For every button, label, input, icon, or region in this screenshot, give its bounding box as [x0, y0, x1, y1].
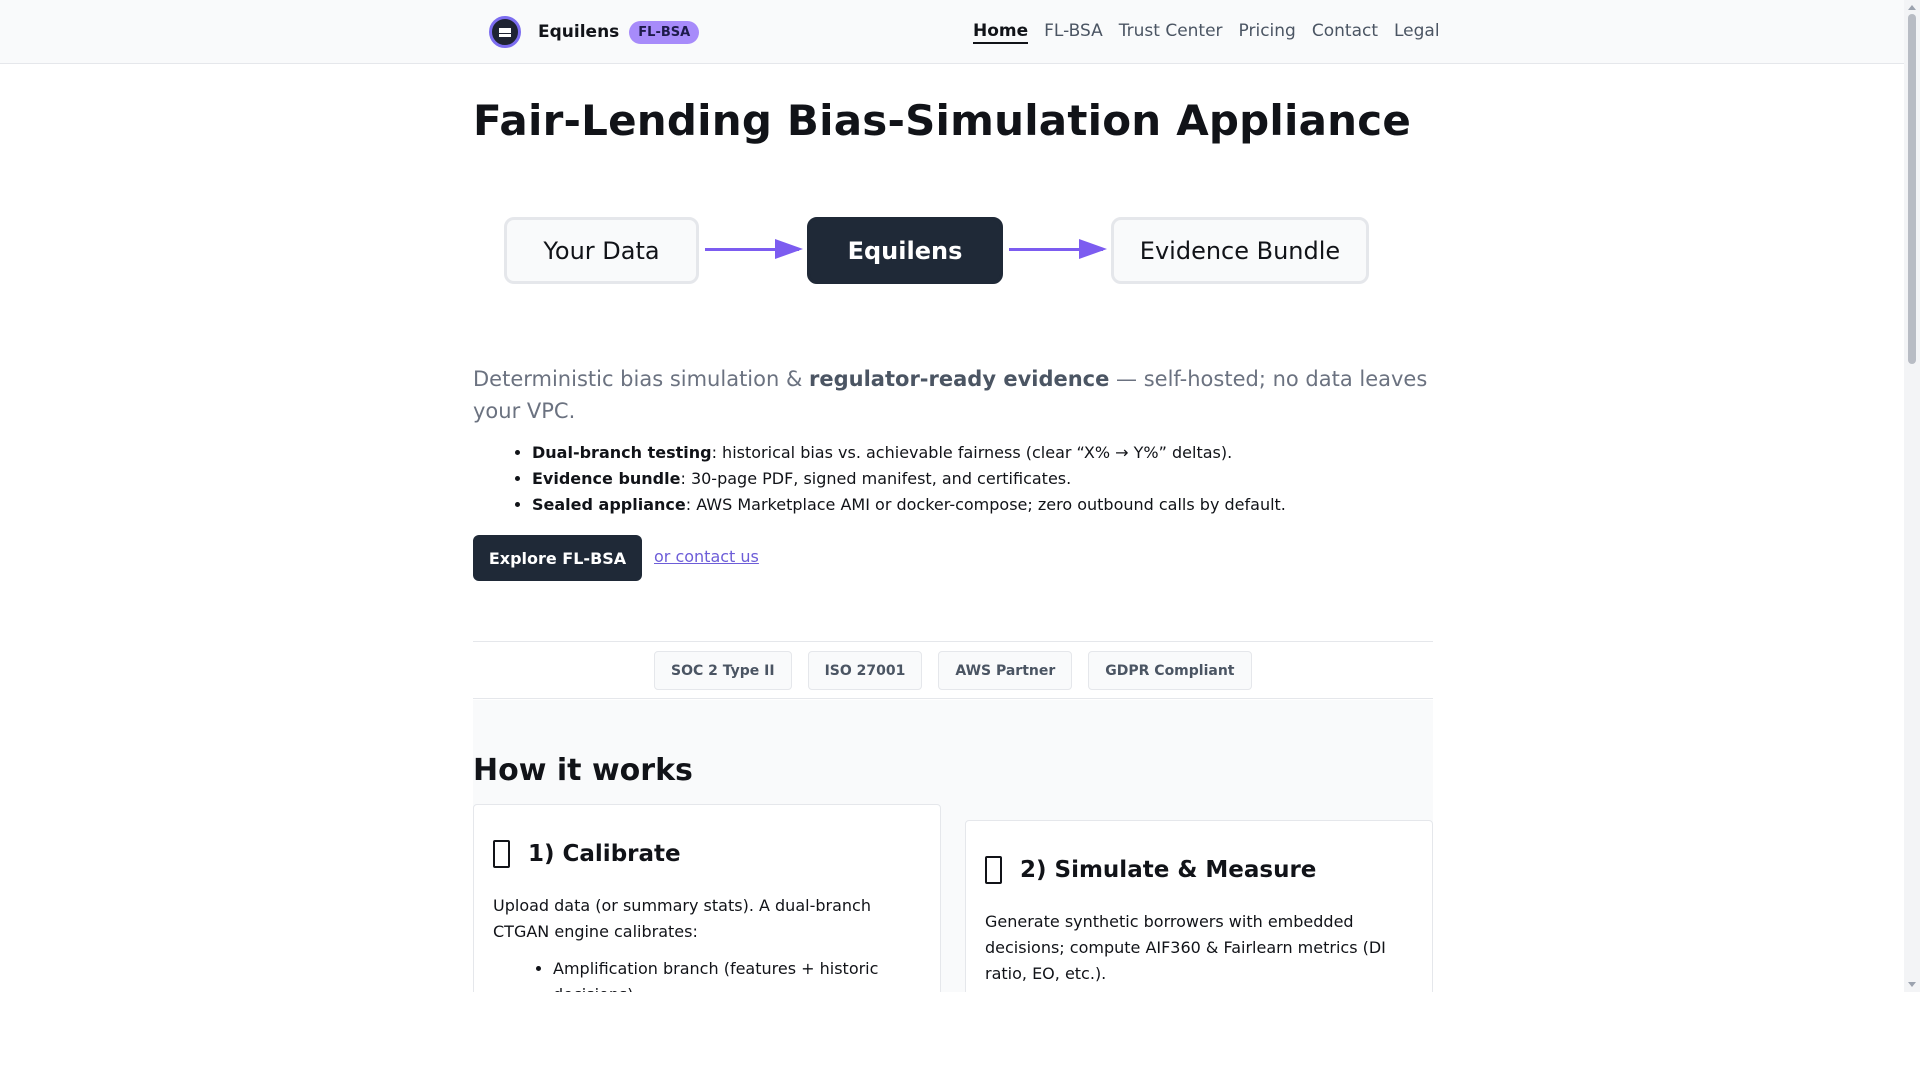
feature-desc: : historical bias vs. achievable fairnes…	[711, 443, 1233, 462]
vertical-scrollbar[interactable]	[1904, 0, 1920, 992]
feature-name: Evidence bundle	[532, 469, 681, 488]
missing-glyph-icon	[493, 840, 510, 868]
flow-step-equilens: Equilens	[807, 217, 1003, 284]
section-title: How it works	[473, 753, 693, 788]
nav-link-trust-center[interactable]: Trust Center	[1119, 20, 1223, 44]
explore-fl-bsa-button[interactable]: Explore FL-BSA	[473, 535, 642, 581]
feature-desc: : 30-page PDF, signed manifest, and cert…	[680, 469, 1072, 488]
nav-link-home[interactable]: Home	[973, 20, 1029, 44]
nav-links: Home FL-BSA Trust Center Pricing Contact…	[973, 20, 1456, 44]
flow-step-evidence-bundle: Evidence Bundle	[1111, 217, 1369, 284]
nav-link-legal[interactable]: Legal	[1394, 20, 1440, 44]
nav-link-pricing[interactable]: Pricing	[1239, 20, 1296, 44]
nav-link-fl-bsa[interactable]: FL-BSA	[1044, 20, 1103, 44]
brand-badge: FL-BSA	[629, 20, 700, 44]
browser-viewport: Equilens FL-BSA Home FL-BSA Trust Center…	[0, 0, 1904, 992]
badge-iso27001: ISO 27001	[807, 651, 923, 690]
brand-name: Equilens	[538, 22, 620, 42]
feature-name: Dual-branch testing	[532, 443, 712, 462]
list-item: Amplification branch (features + histori…	[553, 956, 913, 992]
hero-lead: Deterministic bias simulation & regulato…	[473, 363, 1433, 427]
card-body: Generate synthetic borrowers with embedd…	[985, 912, 1386, 983]
page-title: Fair-Lending Bias-Simulation Appliance	[473, 96, 1412, 145]
feature-desc: : AWS Marketplace AMI or docker-compose;…	[685, 495, 1286, 514]
badge-aws-partner: AWS Partner	[938, 651, 1073, 690]
scrollbar-thumb[interactable]	[1908, 14, 1916, 364]
lead-emphasis: regulator-ready evidence	[809, 367, 1110, 391]
card-title: 2) Simulate & Measure	[1020, 857, 1317, 883]
lead-prefix: Deterministic bias simulation &	[473, 367, 810, 391]
list-item: Sealed appliance: AWS Marketplace AMI or…	[532, 492, 1432, 518]
contact-link[interactable]: or contact us	[654, 547, 759, 566]
top-navigation: Equilens FL-BSA Home FL-BSA Trust Center…	[0, 0, 1904, 64]
list-item: Evidence bundle: 30-page PDF, signed man…	[532, 466, 1432, 492]
scroll-down-icon[interactable]	[1908, 982, 1916, 987]
scroll-up-icon[interactable]	[1908, 5, 1916, 10]
feature-name: Sealed appliance	[532, 495, 686, 514]
card-header: 2) Simulate & Measure	[985, 856, 1316, 884]
card-body: Upload data (or summary stats). A dual-b…	[493, 896, 871, 941]
logo-icon	[489, 16, 521, 48]
flow-arrow-icon	[1009, 239, 1107, 259]
brand[interactable]: Equilens FL-BSA	[489, 16, 700, 48]
flow-arrow-icon	[705, 239, 803, 259]
trust-badges: SOC 2 Type II ISO 27001 AWS Partner GDPR…	[654, 651, 1268, 690]
feature-list: Dual-branch testing: historical bias vs.…	[532, 440, 1432, 518]
flow-step-your-data: Your Data	[504, 217, 699, 284]
badge-gdpr: GDPR Compliant	[1088, 651, 1252, 690]
card-header: 1) Calibrate	[493, 840, 681, 868]
list-item: Dual-branch testing: historical bias vs.…	[532, 440, 1432, 466]
card-title: 1) Calibrate	[528, 841, 681, 867]
blank-area	[0, 992, 1920, 1080]
missing-glyph-icon	[985, 856, 1002, 884]
badge-soc2: SOC 2 Type II	[654, 651, 792, 690]
card-bullets: Amplification branch (features + histori…	[553, 956, 913, 992]
nav-link-contact[interactable]: Contact	[1312, 20, 1378, 44]
